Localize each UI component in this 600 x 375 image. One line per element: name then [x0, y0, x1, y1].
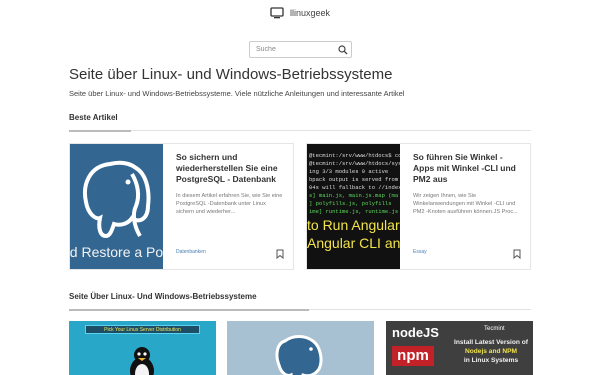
tile-brand: Tecmint: [484, 326, 505, 332]
article-category-link[interactable]: Essay: [413, 249, 427, 255]
tile-headline-line: Nodejs and NPM: [464, 348, 518, 355]
os-section-heading: Seite Über Linux- Und Windows-Betriebssy…: [69, 292, 257, 301]
thumbnail-caption: Angular CLI an: [307, 235, 400, 251]
postgresql-elephant-icon: [275, 335, 323, 375]
best-articles-heading: Beste Artikel: [69, 113, 118, 122]
npm-logo: npm: [392, 346, 434, 366]
bookmark-icon[interactable]: [276, 249, 284, 259]
brand-name: llinuxgeek: [289, 8, 331, 18]
page-title: Seite über Linux- und Windows-Betriebssy…: [69, 66, 393, 83]
tile-headline-line: Install Latest Version of: [453, 339, 528, 346]
card-body: So sichern und wiederherstellen Sie eine…: [163, 144, 293, 269]
bookmark-icon[interactable]: [513, 249, 521, 259]
article-title[interactable]: So sichern und wiederherstellen Sie eine…: [176, 152, 285, 185]
code-line: ime] runtime.js, runtime.js: [309, 208, 399, 215]
page-subtitle: Seite über Linux- und Windows-Betriebssy…: [69, 89, 405, 98]
section-divider-accent: [69, 130, 131, 132]
article-title[interactable]: So führen Sie Winkel - Apps mit Winkel -…: [413, 152, 522, 185]
section-divider: [69, 130, 531, 131]
section-divider-accent: [69, 309, 309, 311]
thumbnail-caption: nd Restore a Pos: [70, 244, 163, 260]
code-line: 04s will fallback to //index: [309, 184, 400, 191]
article-tile[interactable]: Pick Your Linux Server Distribution: [69, 321, 216, 375]
monitor-icon: [270, 7, 284, 19]
article-thumbnail[interactable]: @tecmint:/srv/www/htdocs$ cd @tecmint:/s…: [307, 144, 400, 269]
nodejs-logo: nodeJS: [392, 325, 439, 340]
search-box[interactable]: [249, 41, 352, 58]
code-line: s] main.js, main.js.map (ma: [309, 192, 399, 199]
linux-penguin-icon: [130, 347, 154, 375]
code-line: ] polyfills.js, polyfills: [309, 200, 392, 207]
article-thumbnail[interactable]: nd Restore a Pos: [70, 144, 163, 269]
tile-headline-line: in Linux Systems: [463, 357, 519, 364]
article-excerpt: In diesem Artikel erfahren Sie, wie Sie …: [176, 193, 283, 215]
article-tile[interactable]: [227, 321, 374, 375]
code-line: @tecmint:/srv/www/htdocs$ cd: [309, 152, 400, 159]
search-icon[interactable]: [338, 44, 348, 55]
tile-headline: Install Latest Version of Nodejs and NPM…: [452, 338, 530, 365]
search-input[interactable]: [250, 42, 336, 57]
card-body: So führen Sie Winkel - Apps mit Winkel -…: [400, 144, 530, 269]
article-excerpt: Wir zeigen Ihnen, wie Sie Winkelanwendun…: [413, 193, 518, 215]
thumbnail-caption: to Run Angular: [307, 217, 400, 233]
code-line: @tecmint:/srv/www/htdocs/sys: [309, 160, 400, 167]
site-brand[interactable]: llinuxgeek: [0, 7, 600, 19]
article-category-link[interactable]: Datenbanken: [176, 249, 206, 255]
article-card[interactable]: nd Restore a Pos So sichern und wiederhe…: [69, 143, 294, 270]
article-card[interactable]: @tecmint:/srv/www/htdocs$ cd @tecmint:/s…: [306, 143, 531, 270]
article-tile[interactable]: nodeJS npm Tecmint Install Latest Versio…: [386, 321, 533, 375]
code-line: bpack output is served from: [309, 176, 399, 183]
code-line: ing 3/3 modules 0 active: [309, 168, 389, 175]
